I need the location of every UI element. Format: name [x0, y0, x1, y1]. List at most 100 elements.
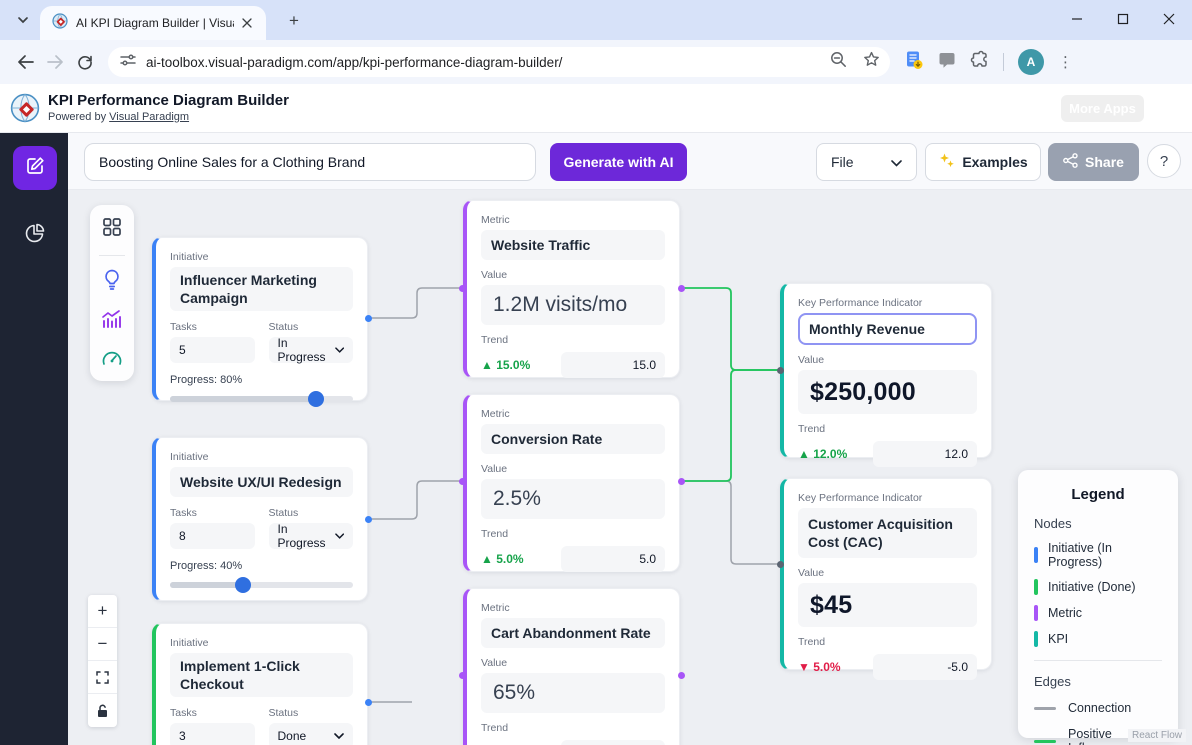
kpi-value-field[interactable]: $250,000: [798, 370, 977, 414]
edge-traffic-to-monthly-revenue[interactable]: [681, 288, 780, 370]
lock-button[interactable]: [88, 694, 117, 727]
kpi-title-field[interactable]: Customer Acquisition Cost (CAC): [798, 508, 977, 558]
slider-thumb[interactable]: [235, 577, 251, 593]
tab-close-icon[interactable]: [238, 14, 256, 32]
handle-target-cart-abandonment[interactable]: [459, 672, 466, 679]
kpi-title-input[interactable]: Monthly Revenue: [798, 313, 977, 345]
extensions-puzzle-icon[interactable]: [970, 50, 989, 74]
edge-uxui-to-conversion-rate[interactable]: [368, 481, 463, 519]
tasks-input[interactable]: 8: [170, 523, 255, 549]
initiative-title-field[interactable]: Influencer Marketing Campaign: [170, 267, 353, 311]
app-header: KPI Performance Diagram Builder Powered …: [0, 84, 1192, 133]
legend-item-kpi: KPI: [1034, 631, 1162, 647]
zoom-out-icon[interactable]: [830, 51, 847, 73]
legend-item-initiative-done: Initiative (Done): [1034, 579, 1162, 595]
chat-extension-icon[interactable]: [938, 51, 956, 74]
handle-source-uxui[interactable]: [365, 516, 372, 523]
zoom-out-button[interactable]: −: [88, 628, 117, 661]
status-select[interactable]: In Progress: [269, 337, 354, 363]
share-button[interactable]: Share: [1048, 143, 1139, 181]
handle-target-monthly-revenue[interactable]: [777, 367, 784, 374]
handle-source-website-traffic[interactable]: [678, 285, 685, 292]
node-metric-conversion-rate[interactable]: Metric Conversion Rate Value 2.5% Trend …: [463, 394, 680, 572]
edge-influencer-to-website-traffic[interactable]: [368, 288, 463, 318]
generate-with-ai-button[interactable]: Generate with AI: [550, 143, 687, 181]
app-user-avatar[interactable]: A: [1150, 93, 1181, 124]
kpi-value-field[interactable]: $45: [798, 583, 977, 627]
trend-value-input[interactable]: 5.0: [561, 546, 665, 572]
node-kpi-customer-acquisition-cost[interactable]: Key Performance Indicator Customer Acqui…: [780, 478, 992, 670]
edit-pencil-icon: [24, 155, 46, 182]
sidebar-item-charts[interactable]: [13, 213, 57, 257]
diagram-canvas[interactable]: Initiative Influencer Marketing Campaign…: [68, 190, 1192, 745]
node-type-label: Initiative: [170, 251, 353, 263]
back-icon[interactable]: [10, 47, 40, 77]
help-button[interactable]: ?: [1147, 144, 1181, 178]
trend-value-input[interactable]: 12.0: [873, 441, 977, 467]
trend-value-input[interactable]: -5.0: [873, 654, 977, 680]
prompt-input[interactable]: [84, 143, 536, 181]
site-settings-icon[interactable]: [120, 53, 136, 72]
metric-title-field[interactable]: Conversion Rate: [481, 424, 665, 454]
window-minimize-button[interactable]: [1054, 0, 1100, 38]
bookmark-star-icon[interactable]: [863, 51, 880, 73]
node-initiative-one-click-checkout[interactable]: Initiative Implement 1-Click Checkout Ta…: [152, 623, 368, 745]
initiative-title-field[interactable]: Website UX/UI Redesign: [170, 467, 353, 497]
handle-target-website-traffic[interactable]: [459, 285, 466, 292]
tab-search-chevron-icon[interactable]: [10, 9, 36, 31]
tasks-input[interactable]: 5: [170, 337, 255, 363]
window-maximize-button[interactable]: [1100, 0, 1146, 38]
new-tab-button[interactable]: +: [282, 9, 306, 33]
node-metric-website-traffic[interactable]: Metric Website Traffic Value 1.2M visits…: [463, 200, 680, 378]
more-apps-button[interactable]: More Apps: [1061, 95, 1144, 122]
status-select[interactable]: In Progress: [269, 523, 354, 549]
initiative-lightbulb-icon[interactable]: [102, 269, 122, 296]
handle-source-influencer[interactable]: [365, 315, 372, 322]
react-flow-attribution[interactable]: React Flow: [1128, 729, 1186, 742]
browser-menu-icon[interactable]: ⋮: [1058, 55, 1073, 70]
zoom-in-button[interactable]: +: [88, 595, 117, 628]
initiative-title-field[interactable]: Implement 1-Click Checkout: [170, 653, 353, 697]
handle-source-cart-abandonment[interactable]: [678, 672, 685, 679]
metric-value-field[interactable]: 1.2M visits/mo: [481, 285, 665, 325]
sidebar-item-editor[interactable]: [13, 146, 57, 190]
metric-value-field[interactable]: 2.5%: [481, 479, 665, 519]
metric-chart-icon[interactable]: [101, 309, 123, 334]
kpi-gauge-icon[interactable]: [101, 347, 123, 372]
trend-badge: ▲ 5.0%: [481, 552, 524, 566]
node-initiative-influencer-marketing[interactable]: Initiative Influencer Marketing Campaign…: [152, 237, 368, 401]
app-toolbar: Generate with AI File Examples Share ?: [68, 133, 1192, 190]
status-select[interactable]: Done: [269, 723, 354, 745]
node-initiative-uxui-redesign[interactable]: Initiative Website UX/UI Redesign Tasks …: [152, 437, 368, 601]
metric-title-field[interactable]: Cart Abandonment Rate: [481, 618, 665, 648]
edge-conversion-to-monthly-revenue[interactable]: [681, 370, 780, 481]
browser-tab[interactable]: AI KPI Diagram Builder | Visualiz: [40, 6, 266, 40]
fit-view-button[interactable]: [88, 661, 117, 694]
progress-slider[interactable]: [170, 396, 353, 402]
tasks-input[interactable]: 3: [170, 723, 255, 745]
browser-profile-avatar[interactable]: A: [1018, 49, 1044, 75]
address-bar[interactable]: ai-toolbox.visual-paradigm.com/app/kpi-p…: [108, 47, 890, 77]
reload-icon[interactable]: [70, 47, 100, 77]
handle-source-conversion-rate[interactable]: [678, 478, 685, 485]
trend-value-input[interactable]: 15.0: [561, 352, 665, 378]
node-kpi-monthly-revenue[interactable]: Key Performance Indicator Monthly Revenu…: [780, 283, 992, 458]
reading-list-icon[interactable]: [904, 50, 924, 75]
window-close-button[interactable]: [1146, 0, 1192, 38]
metric-title-field[interactable]: Website Traffic: [481, 230, 665, 260]
handle-target-cac[interactable]: [777, 561, 784, 568]
metric-value-field[interactable]: 65%: [481, 673, 665, 713]
progress-slider[interactable]: [170, 582, 353, 588]
examples-button[interactable]: Examples: [925, 143, 1041, 181]
palette-divider: [99, 255, 125, 256]
handle-target-conversion-rate[interactable]: [459, 478, 466, 485]
edge-conversion-to-cac[interactable]: [681, 481, 780, 564]
grid-palette-icon[interactable]: [102, 217, 122, 242]
visual-paradigm-link[interactable]: Visual Paradigm: [109, 111, 189, 123]
handle-source-checkout[interactable]: [365, 699, 372, 706]
forward-icon[interactable]: [40, 47, 70, 77]
trend-value-input[interactable]: -8.0: [561, 740, 665, 745]
file-menu-button[interactable]: File: [816, 143, 917, 181]
node-metric-cart-abandonment[interactable]: Metric Cart Abandonment Rate Value 65% T…: [463, 588, 680, 745]
legend-divider: [1034, 660, 1162, 661]
